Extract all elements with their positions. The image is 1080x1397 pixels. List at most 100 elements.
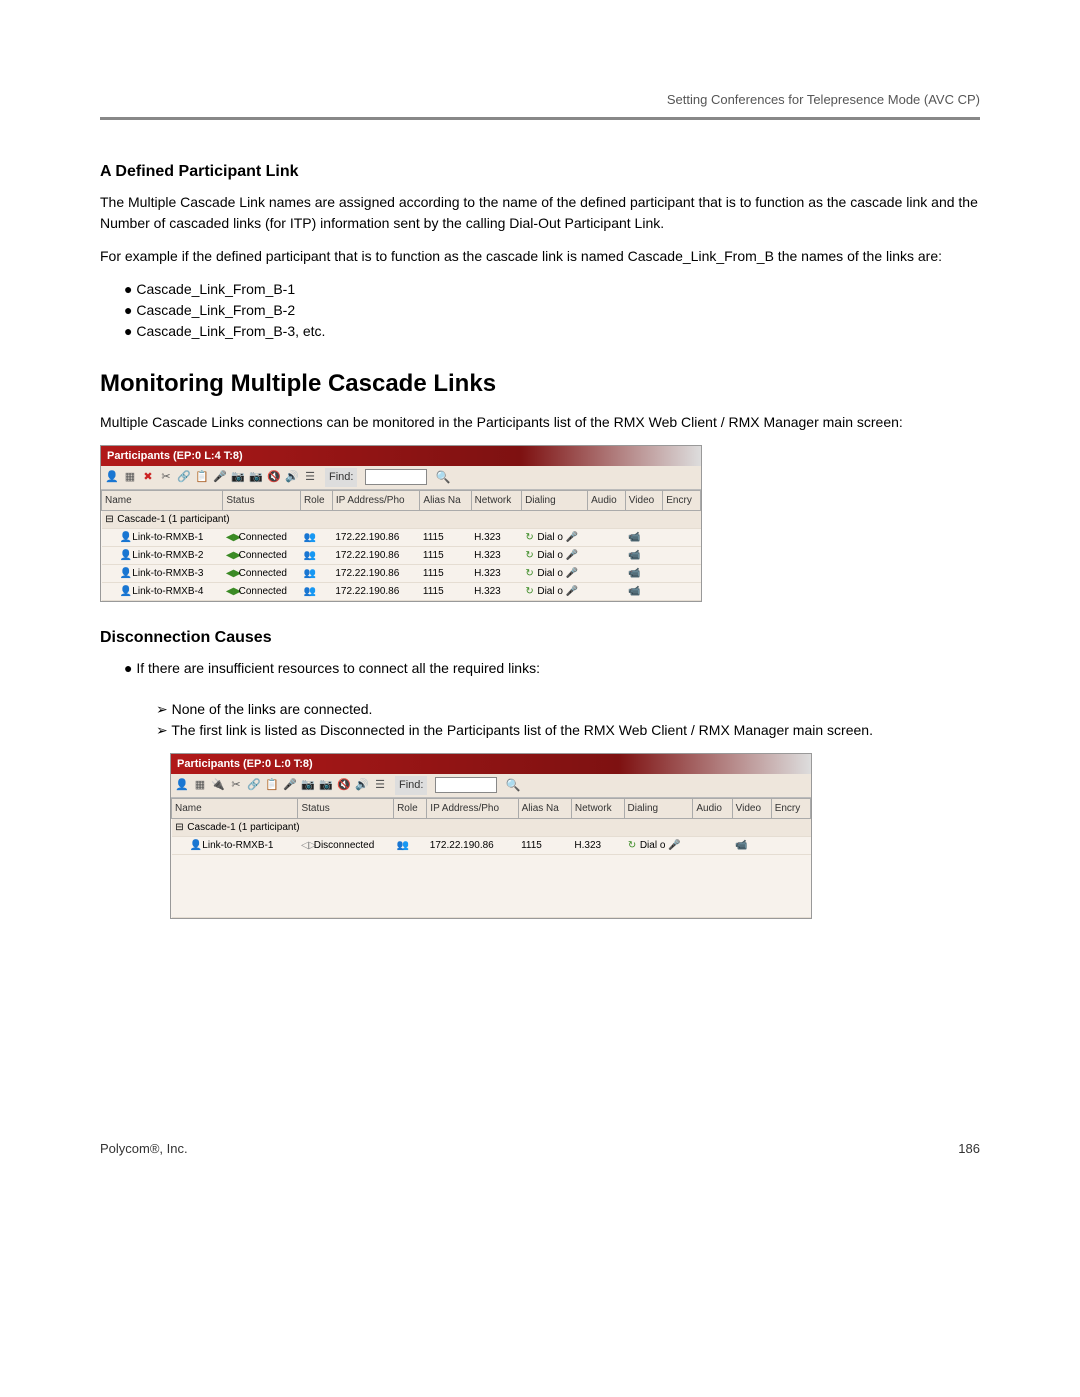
link-icon[interactable]: 🔗: [177, 470, 191, 484]
running-header: Setting Conferences for Telepresence Mod…: [100, 90, 980, 110]
cell: Disconnected: [314, 840, 375, 851]
cell: Dial o: [537, 568, 563, 579]
heading-monitoring-multiple-cascade-links: Monitoring Multiple Cascade Links: [100, 366, 980, 402]
paragraph: The Multiple Cascade Link names are assi…: [100, 192, 980, 234]
table-row[interactable]: 👤 Link-to-RMXB-1 ◀▶ Connected 👥 172.22.1…: [102, 528, 701, 546]
search-icon[interactable]: 🔍: [435, 468, 450, 486]
paste-icon[interactable]: 📋: [195, 470, 209, 484]
find-input[interactable]: [435, 777, 497, 793]
cell: Dial o: [537, 532, 563, 543]
col-encry[interactable]: Encry: [663, 490, 701, 510]
participants-table: Name Status Role IP Address/Pho Alias Na…: [171, 798, 811, 918]
cell: Dial o: [537, 586, 563, 597]
participants-panel-connected: Participants (EP:0 L:4 T:8) 👤 ▦ ✖ ✂ 🔗 📋 …: [100, 445, 702, 602]
cut-icon[interactable]: ✂: [159, 470, 173, 484]
cut-icon[interactable]: ✂: [229, 778, 243, 792]
cell: H.323: [471, 582, 522, 600]
dial-icon: ↻: [627, 838, 637, 853]
footer-left: Polycom®, Inc.: [100, 1139, 188, 1159]
col-role[interactable]: Role: [394, 798, 427, 818]
col-network[interactable]: Network: [571, 798, 624, 818]
table-row[interactable]: 👤 Link-to-RMXB-2 ◀▶ Connected 👥 172.22.1…: [102, 546, 701, 564]
cam-on-icon[interactable]: 📷: [231, 470, 245, 484]
col-status[interactable]: Status: [298, 798, 394, 818]
list-item: None of the links are connected.: [176, 699, 980, 720]
cam-on-icon[interactable]: 📷: [301, 778, 315, 792]
list-icon[interactable]: ☰: [303, 470, 317, 484]
panel-toolbar: 👤 ▦ ✖ ✂ 🔗 📋 🎤 📷 📷 🔇 🔊 ☰ Find: 🔍: [101, 466, 701, 490]
role-icon: 👥: [303, 566, 313, 581]
heading-disconnection-causes: Disconnection Causes: [100, 626, 980, 650]
participant-icon: 👤: [120, 548, 130, 563]
col-audio[interactable]: Audio: [693, 798, 732, 818]
audio-mute-icon[interactable]: 🔇: [337, 778, 351, 792]
heading-defined-participant-link: A Defined Participant Link: [100, 160, 980, 184]
cam-off-icon[interactable]: 📷: [249, 470, 263, 484]
mic-icon[interactable]: 🎤: [283, 778, 297, 792]
role-icon: 👥: [303, 530, 313, 545]
col-dialing[interactable]: Dialing: [624, 798, 693, 818]
find-label: Find:: [395, 776, 427, 795]
audio-on-icon[interactable]: 🔊: [285, 470, 299, 484]
paragraph: For example if the defined participant t…: [100, 246, 980, 267]
cell: 1115: [420, 528, 471, 546]
video-icon: 📹: [628, 550, 640, 561]
col-role[interactable]: Role: [300, 490, 332, 510]
find-input[interactable]: [365, 469, 427, 485]
col-alias[interactable]: Alias Na: [518, 798, 571, 818]
col-encry[interactable]: Encry: [771, 798, 810, 818]
col-status[interactable]: Status: [223, 490, 301, 510]
col-dialing[interactable]: Dialing: [522, 490, 588, 510]
add-participant-icon[interactable]: 👤: [175, 778, 189, 792]
bullet-list: Cascade_Link_From_B-1 Cascade_Link_From_…: [100, 279, 980, 342]
cell: Link-to-RMXB-3: [132, 568, 203, 579]
properties-icon[interactable]: ▦: [123, 470, 137, 484]
cam-off-icon[interactable]: 📷: [319, 778, 333, 792]
col-name[interactable]: Name: [172, 798, 298, 818]
col-audio[interactable]: Audio: [588, 490, 626, 510]
cell: 172.22.190.86: [332, 582, 420, 600]
col-video[interactable]: Video: [732, 798, 771, 818]
list-icon[interactable]: ☰: [373, 778, 387, 792]
table-row[interactable]: 👤 Link-to-RMXB-4 ◀▶ Connected 👥 172.22.1…: [102, 582, 701, 600]
col-ip[interactable]: IP Address/Pho: [332, 490, 420, 510]
group-row[interactable]: ⊟ Cascade-1 (1 participant): [102, 510, 701, 528]
list-item: The first link is listed as Disconnected…: [176, 720, 980, 741]
audio-mute-icon[interactable]: 🔇: [267, 470, 281, 484]
video-icon: 📹: [628, 586, 640, 597]
bullet-list: If there are insufficient resources to c…: [100, 658, 980, 679]
cell: Link-to-RMXB-4: [132, 586, 203, 597]
find-label: Find:: [325, 468, 357, 487]
col-name[interactable]: Name: [102, 490, 223, 510]
table-row[interactable]: 👤 Link-to-RMXB-1 ◁▷ Disconnected 👥 172.2…: [172, 836, 811, 854]
table-row[interactable]: 👤 Link-to-RMXB-3 ◀▶ Connected 👥 172.22.1…: [102, 564, 701, 582]
cell: Dial o: [537, 550, 563, 561]
cell: 1115: [420, 582, 471, 600]
link-icon[interactable]: 🔗: [247, 778, 261, 792]
col-video[interactable]: Video: [625, 490, 662, 510]
panel-titlebar: Participants (EP:0 L:0 T:8): [171, 754, 811, 775]
toolbar-icons: 👤 ▦ 🔌 ✂ 🔗 📋 🎤 📷 📷 🔇 🔊 ☰: [175, 778, 387, 792]
toolbar-icons: 👤 ▦ ✖ ✂ 🔗 📋 🎤 📷 📷 🔇 🔊 ☰: [105, 470, 317, 484]
properties-icon[interactable]: ▦: [193, 778, 207, 792]
search-icon[interactable]: 🔍: [505, 776, 520, 794]
paste-icon[interactable]: 📋: [265, 778, 279, 792]
cell: Link-to-RMXB-2: [132, 550, 203, 561]
sub-list: None of the links are connected. The fir…: [100, 699, 980, 741]
panel-toolbar: 👤 ▦ 🔌 ✂ 🔗 📋 🎤 📷 📷 🔇 🔊 ☰ Find: 🔍: [171, 774, 811, 798]
col-alias[interactable]: Alias Na: [420, 490, 471, 510]
add-participant-icon[interactable]: 👤: [105, 470, 119, 484]
dial-icon: ↻: [525, 530, 535, 545]
mic-icon[interactable]: 🎤: [213, 470, 227, 484]
participant-icon: 👤: [120, 530, 130, 545]
participants-panel-disconnected: Participants (EP:0 L:0 T:8) 👤 ▦ 🔌 ✂ 🔗 📋 …: [170, 753, 812, 919]
audio-on-icon[interactable]: 🔊: [355, 778, 369, 792]
delete-icon[interactable]: ✖: [141, 470, 155, 484]
cell: 1115: [420, 546, 471, 564]
col-ip[interactable]: IP Address/Pho: [427, 798, 518, 818]
col-network[interactable]: Network: [471, 490, 522, 510]
audio-icon: 🎤: [566, 548, 576, 563]
disconnect-icon[interactable]: 🔌: [211, 778, 225, 792]
connected-icon: ◀▶: [226, 548, 236, 563]
group-row[interactable]: ⊟ Cascade-1 (1 participant): [172, 818, 811, 836]
